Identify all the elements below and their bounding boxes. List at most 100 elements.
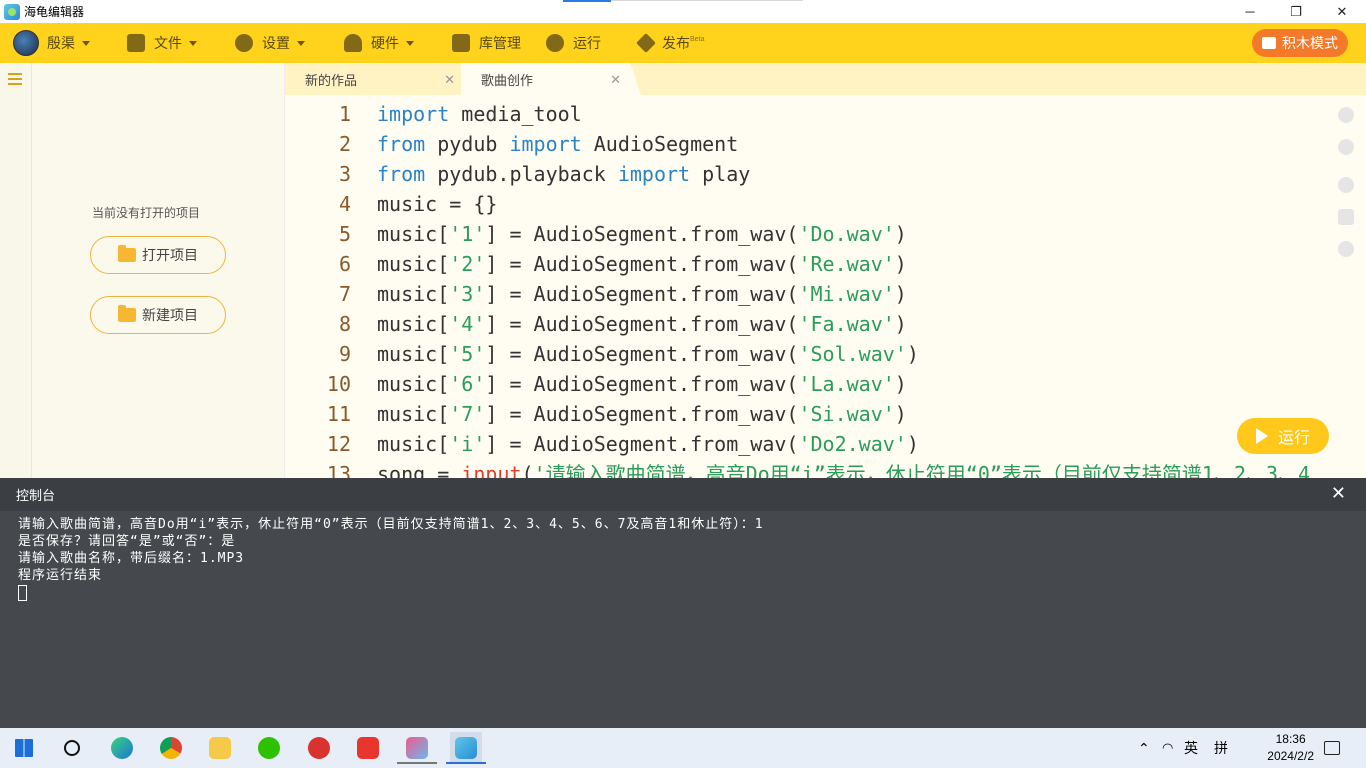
paint-app[interactable] [397,732,437,764]
line-number: 6 [338,252,351,276]
windows-taskbar: ⌃ ◠ 英 拼 18:36 2024/2/2 [0,728,1366,768]
ime-mode-label: 拼 [1214,740,1228,756]
maximize-button[interactable]: ❐ [1273,0,1319,23]
wps-app[interactable] [352,732,384,764]
code-line[interactable]: 5 music['1'] = AudioSegment.from_wav('Do.… [285,219,1366,249]
notification-button[interactable] [1324,728,1340,768]
code-token: music[ [377,222,450,246]
code-token: 'i' [449,432,486,456]
code-token: 'Fa.wav' [798,312,895,336]
code-line[interactable]: 6 music['2'] = AudioSegment.from_wav('Re.… [285,249,1366,279]
code-token: pydub [425,132,510,156]
code-token: 'Do2.wav' [798,432,907,456]
menu-icon[interactable] [8,73,22,85]
chevron-up-icon: ⌃ [1138,739,1150,756]
notification-icon [1324,741,1340,755]
window-title: 海龟编辑器 [24,5,85,19]
library-button[interactable]: 库管理 [452,23,546,63]
line-number: 12 [326,432,351,456]
wechat-app[interactable] [253,732,285,764]
code-line[interactable]: 9 music['5'] = AudioSegment.from_wav('Sol… [285,339,1366,369]
wifi-status[interactable]: ◠ [1162,728,1173,768]
line-number: 5 [338,222,351,246]
tab-bar: 新的作品 ✕ 歌曲创作 ✕ [285,63,1366,95]
main-toolbar: 殷渠 文件 设置 硬件 库管理 运行 发布 Beta [0,23,1366,63]
chrome-icon [160,737,182,759]
code-line[interactable]: 2 from pydub import AudioSegment [285,129,1366,159]
code-token: 'Mi.wav' [798,282,895,306]
code-token: 'Sol.wav' [798,342,907,366]
run-menu-button[interactable]: 运行 [546,23,639,63]
project-sidebar: 当前没有打开的项目 打开项目 新建项目 [0,63,285,478]
robot-icon [344,34,362,52]
code-line[interactable]: 1 import media_tool [285,99,1366,129]
close-icon[interactable]: ✕ [1331,483,1346,504]
wps-icon [357,737,379,759]
code-line[interactable]: 8 music['4'] = AudioSegment.from_wav('Fa.… [285,309,1366,339]
code-line[interactable]: 4 music = {} [285,189,1366,219]
code-token: music[ [377,252,450,276]
console-output[interactable]: 请输入歌曲简谱，高音Do用“i”表示，休止符用“0”表示（目前仅支持简谱1、2、… [0,511,1366,728]
code-token: ] = AudioSegment.from_wav( [485,432,799,456]
chrome-app[interactable] [155,732,187,764]
publish-button[interactable]: 发布 Beta [636,23,704,63]
console-title: 控制台 [16,488,56,503]
blocks-mode-button[interactable]: 积木模式 [1252,29,1348,57]
file-menu[interactable]: 文件 [127,23,235,63]
file-explorer-app[interactable] [204,732,236,764]
code-token: ) [906,342,919,366]
code-line[interactable]: 12 music['i'] = AudioSegment.from_wav('Do… [285,429,1366,459]
code-token: media_tool [449,102,582,126]
tab-new-work[interactable]: 新的作品 ✕ [285,63,465,95]
minimize-button[interactable]: ─ [1227,0,1273,23]
hardware-menu[interactable]: 硬件 [344,23,452,63]
file-menu-label: 文件 [154,35,182,51]
code-token: '4' [449,312,486,336]
code-token: music[ [377,282,450,306]
code-line[interactable]: 7 music['3'] = AudioSegment.from_wav('Mi.… [285,279,1366,309]
new-project-button[interactable]: 新建项目 [90,296,226,334]
close-button[interactable]: ✕ [1319,0,1365,23]
game-app[interactable] [303,732,335,764]
code-line[interactable]: 3 from pydub.playback import play [285,159,1366,189]
user-name: 殷渠 [47,35,75,51]
user-menu[interactable]: 殷渠 [13,23,116,63]
search-button[interactable] [56,732,88,764]
title-bar: 海龟编辑器 ─ ❐ ✕ [0,0,1366,23]
code-token: ) [894,252,907,276]
code-token: input [461,462,522,478]
code-token: music[ [377,372,450,396]
tray-chevron[interactable]: ⌃ [1138,728,1150,768]
code-line[interactable]: 11 music['7'] = AudioSegment.from_wav('Si… [285,399,1366,429]
clock-time: 18:36 [1275,732,1306,746]
line-number: 11 [326,402,351,426]
code-token: '2' [449,252,486,276]
system-clock[interactable]: 18:36 2024/2/2 [1267,731,1314,765]
paint-icon [406,737,428,759]
code-line[interactable]: 13 song = input('请输入歌曲简谱，高音Do用“i”表示，休止符用“… [285,459,1366,478]
close-icon[interactable]: ✕ [444,72,455,88]
code-line[interactable]: 10 music['6'] = AudioSegment.from_wav('La… [285,369,1366,399]
code-token: song = [377,462,462,478]
code-token: play [690,162,751,186]
open-project-button[interactable]: 打开项目 [90,236,226,274]
code-token: ) [894,222,907,246]
ime-mode[interactable]: 拼 [1214,728,1228,768]
tab-song-creation[interactable]: 歌曲创作 ✕ [461,63,641,95]
code-token: ] = AudioSegment.from_wav( [485,312,799,336]
folder-open-icon [118,245,136,262]
edge-app[interactable] [106,732,138,764]
ime-language[interactable]: 英 [1184,728,1198,768]
send-icon [636,33,656,53]
turtle-editor-app[interactable] [446,732,486,764]
code-token: 'Do.wav' [798,222,895,246]
code-token: ] = AudioSegment.from_wav( [485,402,799,426]
settings-menu[interactable]: 设置 [235,23,344,63]
code-token: ] = AudioSegment.from_wav( [485,342,799,366]
close-icon[interactable]: ✕ [610,72,621,88]
start-button[interactable] [8,732,40,764]
folder-icon [127,34,145,52]
code-editor[interactable]: 1 import media_tool 2 from pydub import Aud… [285,95,1366,478]
code-token: import [377,102,450,126]
run-button[interactable]: 运行 [1237,418,1329,454]
